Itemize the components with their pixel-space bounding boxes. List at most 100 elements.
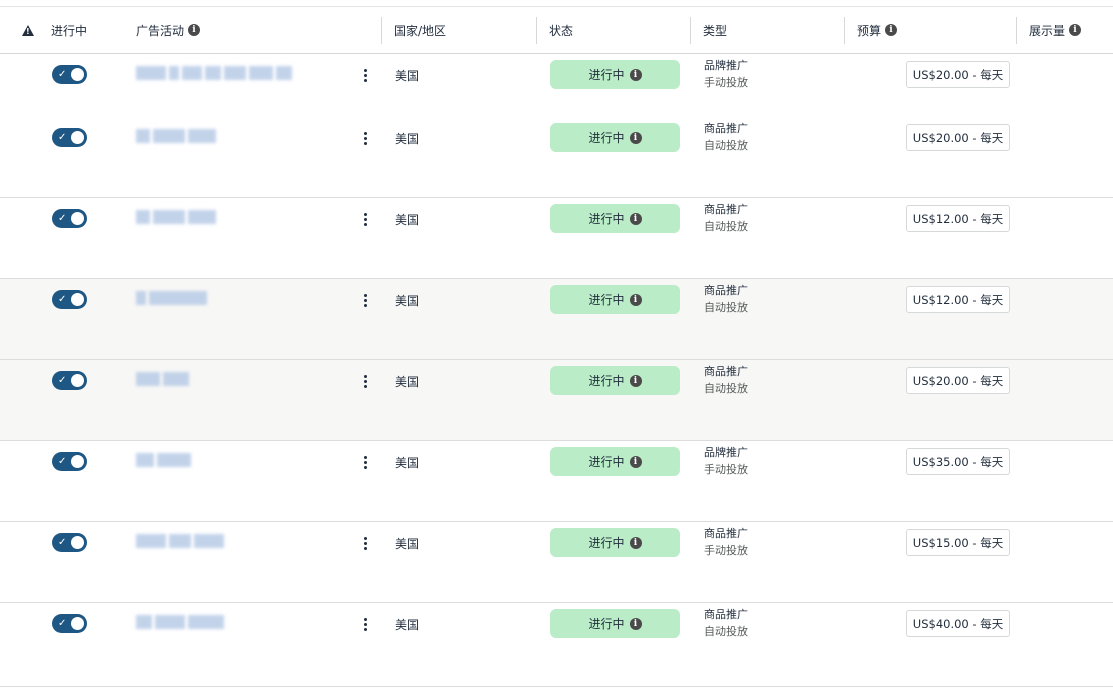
more-actions-icon[interactable]	[359, 209, 371, 229]
more-actions-icon[interactable]	[359, 614, 371, 634]
column-divider[interactable]	[844, 17, 845, 44]
targeting-type: 自动投放	[704, 220, 748, 233]
column-divider[interactable]	[690, 17, 691, 44]
campaign-type: 商品推广	[704, 284, 748, 297]
status-header-label: 状态	[549, 23, 574, 38]
campaign-enabled-toggle[interactable]: ✓	[52, 209, 87, 228]
campaign-header-label: 广告活动	[136, 23, 185, 38]
campaign-name-link[interactable]	[136, 534, 224, 548]
info-icon[interactable]: i	[885, 24, 898, 36]
campaign-name-link[interactable]	[136, 66, 292, 80]
status-badge[interactable]: 进行中 i	[550, 285, 680, 314]
campaign-enabled-toggle[interactable]: ✓	[52, 128, 87, 147]
campaign-name-link[interactable]	[136, 210, 216, 224]
info-icon[interactable]: i	[629, 131, 642, 144]
more-actions-icon[interactable]	[359, 371, 371, 391]
warning-column-header[interactable]	[22, 7, 34, 53]
info-icon[interactable]: i	[629, 212, 642, 225]
campaign-type-cell: 商品推广 自动投放	[704, 606, 748, 640]
status-label: 进行中	[588, 293, 625, 307]
toggle-knob	[71, 131, 84, 144]
more-actions-icon[interactable]	[359, 533, 371, 553]
status-badge[interactable]: 进行中 i	[550, 609, 680, 638]
status-badge[interactable]: 进行中 i	[550, 60, 680, 89]
campaign-column-header[interactable]: 广告活动 i	[136, 7, 201, 53]
more-actions-icon[interactable]	[359, 65, 371, 85]
campaign-type: 商品推广	[704, 203, 748, 216]
info-icon[interactable]: i	[629, 455, 642, 468]
campaign-type: 品牌推广	[704, 59, 748, 72]
campaign-name-link[interactable]	[136, 615, 224, 629]
status-column-header[interactable]: 状态	[549, 7, 573, 53]
enabled-column-header[interactable]: 进行中	[51, 7, 87, 53]
info-icon[interactable]: i	[629, 536, 642, 549]
status-badge[interactable]: 进行中 i	[550, 123, 680, 152]
warning-triangle-icon	[22, 24, 34, 36]
campaign-enabled-toggle[interactable]: ✓	[52, 65, 87, 84]
budget-field[interactable]: US$40.00 - 每天	[906, 610, 1010, 637]
status-badge[interactable]: 进行中 i	[550, 204, 680, 233]
info-icon[interactable]: i	[188, 24, 201, 36]
campaign-enabled-toggle[interactable]: ✓	[52, 371, 87, 390]
column-divider[interactable]	[1016, 17, 1017, 44]
targeting-type: 自动投放	[704, 382, 748, 395]
campaign-type-cell: 商品推广 自动投放	[704, 120, 748, 154]
country-cell: 美国	[395, 213, 420, 227]
targeting-type: 自动投放	[704, 301, 748, 314]
impressions-header-label: 展示量	[1029, 23, 1066, 38]
budget-field[interactable]: US$15.00 - 每天	[906, 529, 1010, 556]
info-icon[interactable]: i	[629, 68, 642, 81]
more-actions-icon[interactable]	[359, 452, 371, 472]
campaign-type: 商品推广	[704, 527, 748, 540]
campaign-type-cell: 商品推广 自动投放	[704, 201, 748, 235]
table-row: ✓ 美国 进行中 i 商品推广 自动投放 US$20.00 - 每天	[0, 117, 1113, 198]
campaign-type: 商品推广	[704, 122, 748, 135]
campaign-name-link[interactable]	[136, 453, 191, 467]
impressions-column-header[interactable]: 展示量 i	[1029, 7, 1082, 53]
column-divider[interactable]	[536, 17, 537, 44]
campaign-enabled-toggle[interactable]: ✓	[52, 533, 87, 552]
status-badge[interactable]: 进行中 i	[550, 366, 680, 395]
budget-field[interactable]: US$12.00 - 每天	[906, 205, 1010, 232]
status-badge[interactable]: 进行中 i	[550, 447, 680, 476]
info-icon[interactable]: i	[629, 374, 642, 387]
campaign-enabled-toggle[interactable]: ✓	[52, 290, 87, 309]
status-label: 进行中	[588, 68, 625, 82]
table-row: ✓ 美国 进行中 i 商品推广 自动投放 US$40.00 - 每天	[0, 603, 1113, 687]
toggle-knob	[71, 374, 84, 387]
budget-field[interactable]: US$20.00 - 每天	[906, 124, 1010, 151]
campaign-enabled-toggle[interactable]: ✓	[52, 452, 87, 471]
table-header: 进行中 广告活动 i 国家/地区 状态 类型 预算 i 展示量 i	[0, 7, 1113, 54]
table-row: ✓ 美国 进行中 i 商品推广 自动投放 US$20.00 - 每天	[0, 360, 1113, 441]
budget-field[interactable]: US$20.00 - 每天	[906, 367, 1010, 394]
campaign-type-cell: 商品推广 手动投放	[704, 525, 748, 559]
more-actions-icon[interactable]	[359, 290, 371, 310]
table-row: ✓ 美国 进行中 i 商品推广自动投放 US$12.00 - 每天	[0, 198, 1113, 279]
info-icon[interactable]: i	[629, 293, 642, 306]
budget-field[interactable]: US$35.00 - 每天	[906, 448, 1010, 475]
budget-field[interactable]: US$12.00 - 每天	[906, 286, 1010, 313]
more-actions-icon[interactable]	[359, 128, 371, 148]
campaign-type-cell: 品牌推广 手动投放	[704, 57, 748, 91]
country-header-label: 国家/地区	[394, 23, 447, 38]
campaign-name-link[interactable]	[136, 129, 216, 143]
campaign-name-link[interactable]	[136, 372, 189, 386]
country-column-header[interactable]: 国家/地区	[394, 7, 446, 53]
type-column-header[interactable]: 类型	[703, 7, 727, 53]
country-cell: 美国	[395, 375, 420, 389]
info-icon[interactable]: i	[629, 617, 642, 630]
column-divider[interactable]	[381, 17, 382, 44]
campaign-enabled-toggle[interactable]: ✓	[52, 614, 87, 633]
budget-field[interactable]: US$20.00 - 每天	[906, 61, 1010, 88]
campaign-type: 品牌推广	[704, 446, 748, 459]
country-cell: 美国	[395, 132, 420, 146]
campaign-name-link[interactable]	[136, 291, 207, 305]
budget-column-header[interactable]: 预算 i	[857, 7, 898, 53]
status-badge[interactable]: 进行中 i	[550, 528, 680, 557]
targeting-type: 手动投放	[704, 544, 748, 557]
type-header-label: 类型	[703, 23, 728, 38]
campaign-type-cell: 商品推广 自动投放	[704, 282, 748, 316]
check-icon: ✓	[58, 537, 67, 548]
status-label: 进行中	[588, 617, 625, 631]
info-icon[interactable]: i	[1069, 24, 1082, 36]
